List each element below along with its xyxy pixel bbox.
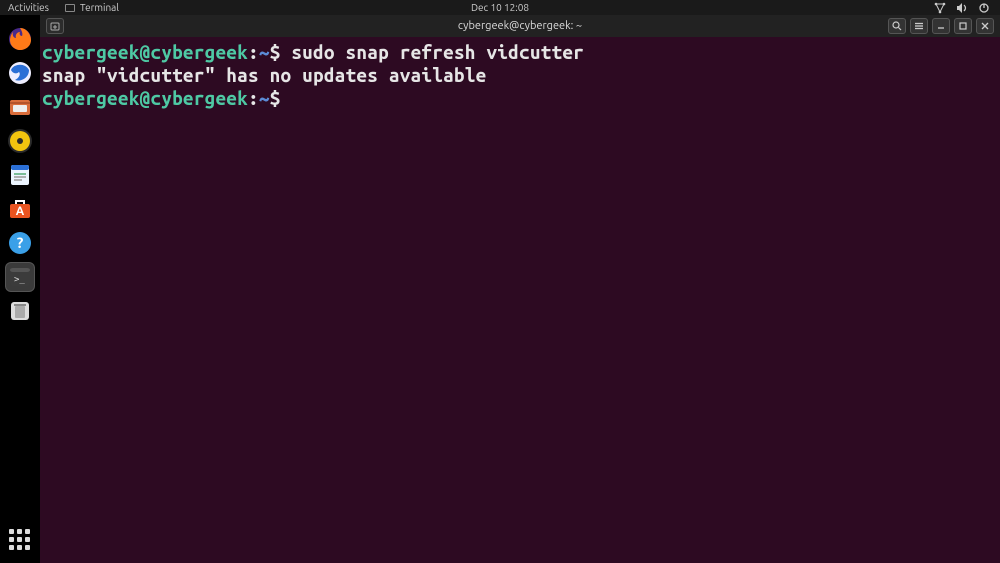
search-button[interactable]: [888, 18, 906, 34]
prompt-sep: :: [248, 41, 259, 63]
dock-firefox-icon[interactable]: [6, 25, 34, 53]
command-text: sudo snap refresh vidcutter: [291, 41, 584, 63]
prompt-user: cybergeek@cybergeek: [42, 41, 248, 63]
svg-text:>_: >_: [14, 275, 25, 285]
dock-thunderbird-icon[interactable]: [6, 59, 34, 87]
volume-icon: [956, 2, 968, 14]
close-button[interactable]: [976, 18, 994, 34]
svg-text:A: A: [16, 205, 25, 218]
terminal-line: cybergeek@cybergeek:~$ sudo snap refresh…: [42, 41, 998, 64]
network-icon: [934, 2, 946, 14]
command-text: [281, 41, 292, 63]
svg-text:?: ?: [17, 234, 24, 251]
top-panel: Activities Terminal Dec 10 12:08: [0, 0, 1000, 15]
menu-button[interactable]: [910, 18, 928, 34]
maximize-button[interactable]: [954, 18, 972, 34]
app-menu-label: Terminal: [80, 2, 119, 13]
dock-trash-icon[interactable]: [6, 297, 34, 325]
show-applications-icon[interactable]: [9, 529, 31, 551]
dock-software-icon[interactable]: A: [6, 195, 34, 223]
minimize-button[interactable]: [932, 18, 950, 34]
window-title: cybergeek@cybergeek: ~: [458, 20, 582, 32]
terminal-line: cybergeek@cybergeek:~$: [42, 87, 998, 110]
dock-rhythmbox-icon[interactable]: [6, 127, 34, 155]
terminal-window: cybergeek@cybergeek: ~ cybergeek@cyberge…: [40, 15, 1000, 563]
prompt-dollar: $: [270, 41, 281, 63]
output-text: snap "vidcutter" has no updates availabl…: [42, 64, 486, 86]
prompt-path: ~: [259, 87, 270, 109]
dock-files-icon[interactable]: [6, 93, 34, 121]
activities-button[interactable]: Activities: [0, 2, 57, 13]
terminal-output-line: snap "vidcutter" has no updates availabl…: [42, 64, 998, 87]
dock-help-icon[interactable]: ?: [6, 229, 34, 257]
terminal-body[interactable]: cybergeek@cybergeek:~$ sudo snap refresh…: [40, 37, 1000, 563]
system-status-area[interactable]: [934, 2, 1000, 14]
prompt-path: ~: [259, 41, 270, 63]
prompt-dollar: $: [270, 87, 281, 109]
maximize-icon: [958, 21, 968, 31]
power-icon: [978, 2, 990, 14]
prompt-user: cybergeek@cybergeek: [42, 87, 248, 109]
minimize-icon: [936, 21, 946, 31]
terminal-app-icon: [65, 4, 75, 12]
dock-writer-icon[interactable]: [6, 161, 34, 189]
app-menu[interactable]: Terminal: [57, 2, 127, 13]
dock: A ? >_: [0, 15, 40, 563]
cursor: [281, 87, 292, 109]
hamburger-icon: [914, 21, 924, 31]
close-icon: [980, 21, 990, 31]
dock-terminal-icon[interactable]: >_: [6, 263, 34, 291]
prompt-sep: :: [248, 87, 259, 109]
panel-clock[interactable]: Dec 10 12:08: [471, 2, 529, 13]
search-icon: [892, 21, 902, 31]
new-tab-button[interactable]: [46, 18, 64, 34]
window-titlebar: cybergeek@cybergeek: ~: [40, 15, 1000, 37]
